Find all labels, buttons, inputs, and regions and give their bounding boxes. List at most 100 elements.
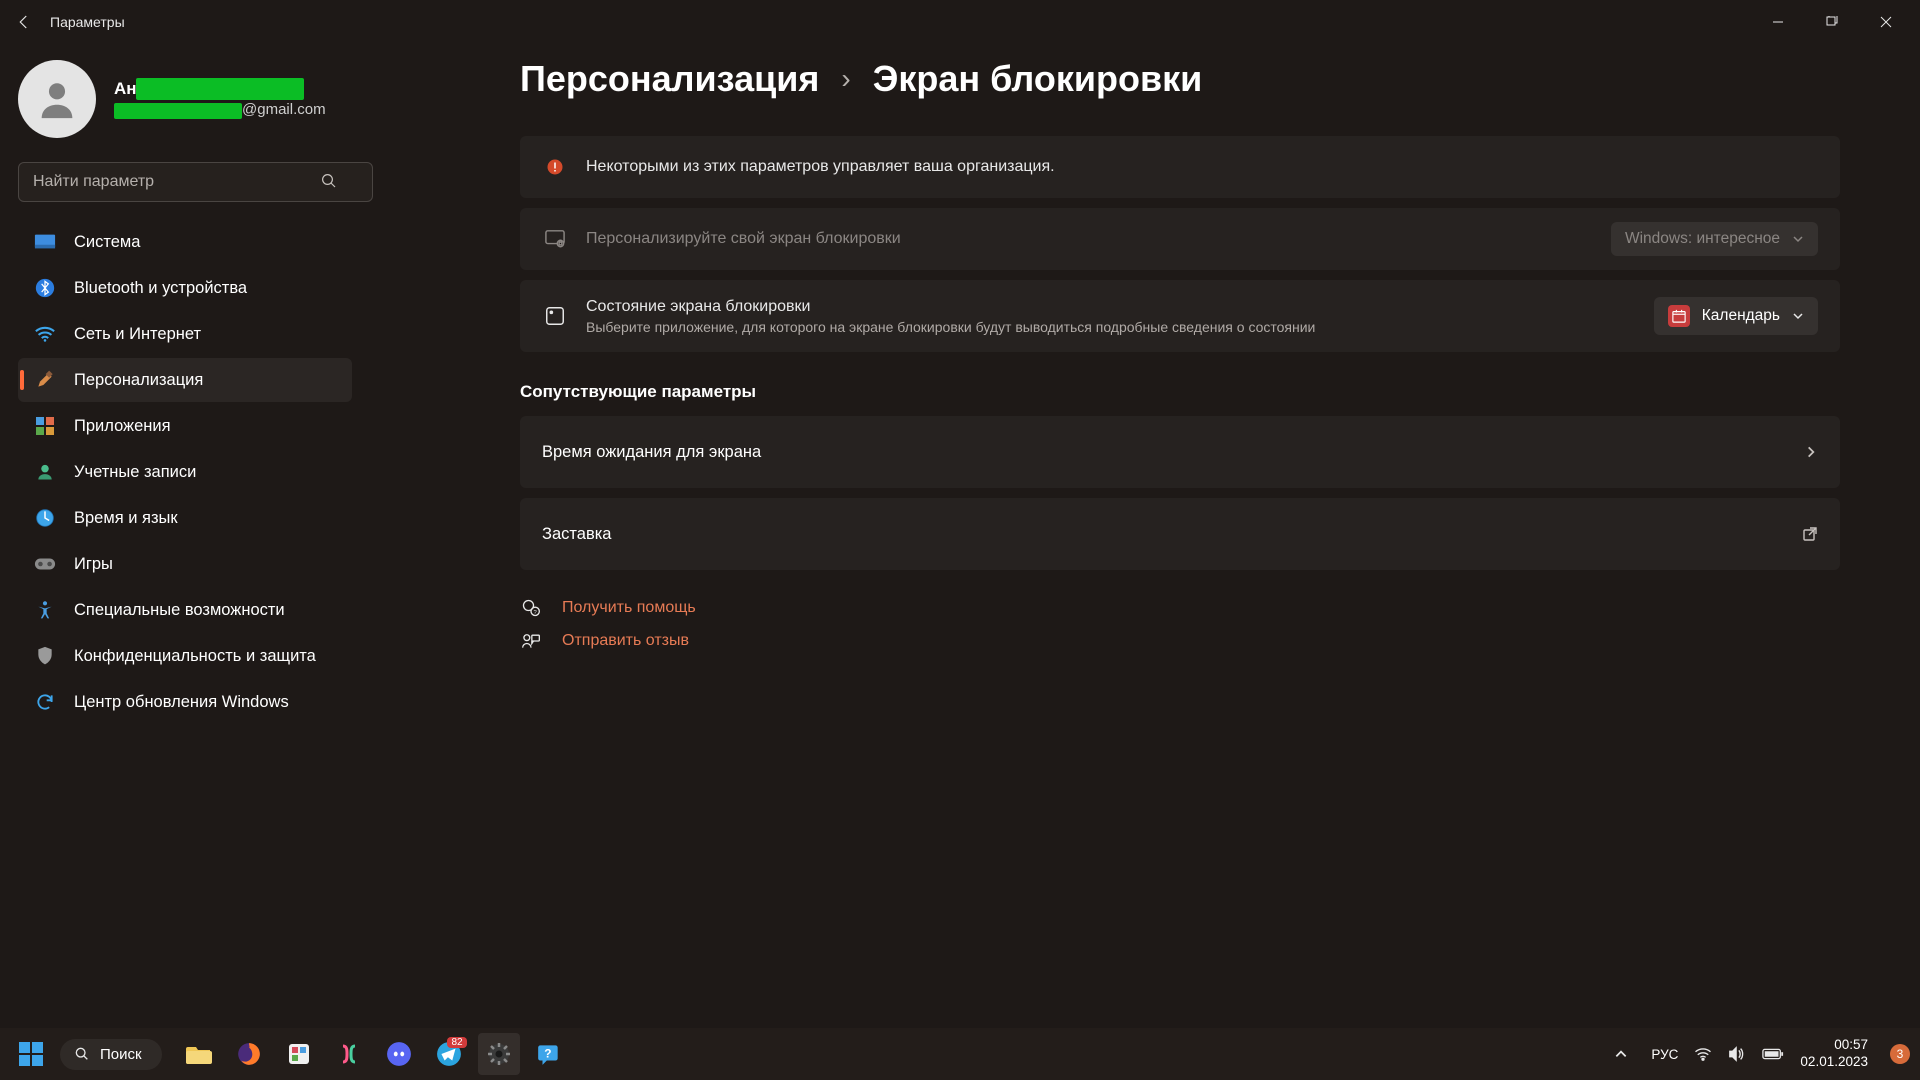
maximize-icon [1826,16,1838,28]
nav-network[interactable]: Сеть и Интернет [18,312,352,356]
nav-accessibility[interactable]: Специальные возможности [18,588,352,632]
avatar [18,60,96,138]
volume-icon[interactable] [1728,1046,1746,1062]
nav-label: Приложения [74,417,171,436]
status-title: Состояние экрана блокировки [586,298,1654,316]
nav-privacy[interactable]: Конфиденциальность и защита [18,634,352,678]
breadcrumb-parent[interactable]: Персонализация [520,58,819,100]
status-app-dropdown[interactable]: Календарь [1654,297,1818,335]
nav-gaming[interactable]: Игры [18,542,352,586]
breadcrumb: Персонализация › Экран блокировки [520,58,1840,100]
chevron-down-icon [1792,233,1804,245]
taskbar-discord[interactable] [378,1033,420,1075]
related-heading: Сопутствующие параметры [520,382,1840,402]
nav-time-language[interactable]: Время и язык [18,496,352,540]
taskbar-telegram[interactable]: 82 [428,1033,470,1075]
nav-windows-update[interactable]: Центр обновления Windows [18,680,352,724]
help-app-icon: ? [536,1041,562,1067]
chevron-down-icon [1792,310,1804,322]
apps-icon [34,415,56,437]
calendar-icon [1668,305,1690,327]
firefox-icon [236,1041,262,1067]
nav-label: Время и язык [74,509,178,528]
svg-text:?: ? [544,1046,551,1060]
app-icon [542,305,568,327]
chevron-right-icon [1804,445,1818,459]
close-icon [1880,16,1892,28]
wifi-icon[interactable] [1694,1047,1712,1061]
screensaver-link[interactable]: Заставка [520,498,1840,570]
tray-expand[interactable] [1607,1033,1635,1075]
nav-label: Система [74,233,140,252]
language-indicator[interactable]: РУС [1651,1047,1678,1062]
link-label: Заставка [542,525,1802,544]
accessibility-icon [34,599,56,621]
notification-badge[interactable]: 3 [1890,1044,1910,1064]
bluetooth-icon [34,277,56,299]
wifi-icon [34,323,56,345]
feedback-icon [520,632,542,650]
nav-label: Конфиденциальность и защита [74,647,316,666]
close-button[interactable] [1872,8,1900,36]
screen-timeout-link[interactable]: Время ожидания для экрана [520,416,1840,488]
dropdown-value: Календарь [1702,307,1780,325]
chevron-right-icon: › [841,63,850,95]
lockscreen-status-card: Состояние экрана блокировки Выберите при… [520,280,1840,352]
nav-accounts[interactable]: Учетные записи [18,450,352,494]
personalize-dropdown: Windows: интересное [1611,222,1818,256]
lockscreen-icon [542,229,568,249]
nav-label: Сеть и Интернет [74,325,201,344]
search-label: Поиск [100,1046,142,1063]
discord-icon [386,1041,412,1067]
taskbar-settings[interactable] [478,1033,520,1075]
badge-count: 82 [447,1037,466,1048]
nav-personalization[interactable]: Персонализация [18,358,352,402]
windows-logo-icon [19,1042,43,1066]
battery-icon[interactable] [1762,1047,1784,1061]
taskbar-firefox[interactable] [228,1033,270,1075]
nav-label: Учетные записи [74,463,196,482]
feedback-link[interactable]: Отправить отзыв [520,632,1840,650]
folder-icon [186,1043,212,1065]
link-label: Время ожидания для экрана [542,443,1804,462]
taskbar-explorer[interactable] [178,1033,220,1075]
get-help-link[interactable]: ? Получить помощь [520,598,1840,618]
redaction-bar [136,78,304,100]
display-icon [34,231,56,253]
taskbar-clock[interactable]: 00:57 02.01.2023 [1800,1037,1868,1071]
personalize-lockscreen-card: Персонализируйте свой экран блокировки W… [520,208,1840,270]
clock-time: 00:57 [1800,1037,1868,1054]
person-icon [34,76,80,122]
chevron-up-icon [1614,1047,1628,1061]
nav-label: Игры [74,555,113,574]
personalize-title: Персонализируйте свой экран блокировки [586,230,1611,248]
taskbar-app-2[interactable] [328,1033,370,1075]
back-button[interactable] [8,6,40,38]
minimize-button[interactable] [1764,8,1792,36]
shield-icon [34,645,56,667]
globe-clock-icon [34,507,56,529]
arrow-left-icon [15,13,33,31]
gamepad-icon [34,553,56,575]
warning-text: Некоторыми из этих параметров управляет … [586,158,1818,176]
maximize-button[interactable] [1818,8,1846,36]
profile-block[interactable]: Ан @gmail.com [18,54,352,156]
start-button[interactable] [10,1033,52,1075]
status-subtitle: Выберите приложение, для которого на экр… [586,319,1654,335]
nav-bluetooth[interactable]: Bluetooth и устройства [18,266,352,310]
profile-name-prefix: Ан [114,79,137,98]
taskbar-search[interactable]: Поиск [60,1039,162,1070]
clock-date: 02.01.2023 [1800,1054,1868,1071]
gear-icon [487,1042,511,1066]
help-label: Отправить отзыв [562,632,689,650]
search-box[interactable] [18,162,352,202]
nav-label: Персонализация [74,371,203,390]
external-link-icon [1802,526,1818,542]
nav-apps[interactable]: Приложения [18,404,352,448]
nav-system[interactable]: Система [18,220,352,264]
nav-label: Центр обновления Windows [74,693,289,712]
nav-label: Bluetooth и устройства [74,279,247,298]
taskbar-help[interactable]: ? [528,1033,570,1075]
taskbar-app-1[interactable] [278,1033,320,1075]
breadcrumb-current: Экран блокировки [873,58,1203,100]
